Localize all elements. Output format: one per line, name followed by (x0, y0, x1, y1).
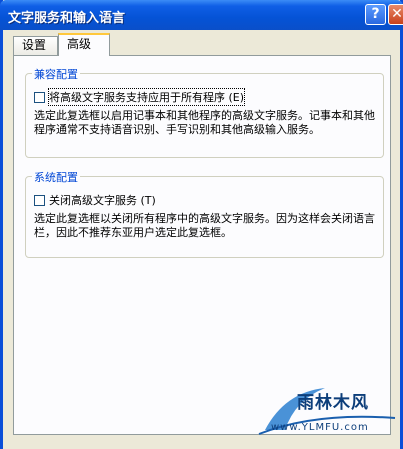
compat-checkbox-label[interactable]: 将高级文字服务支持应用于所有程序 (E) (47, 88, 246, 106)
help-button[interactable]: ? (365, 4, 386, 25)
compat-description: 选定此复选框以启用记事本和其他程序的高级文字服务。记事本和其他程序通常不支持语音… (34, 109, 375, 136)
system-checkbox-row[interactable]: 关闭高级文字服务 (T) (34, 192, 156, 208)
compat-checkbox[interactable] (34, 91, 45, 103)
system-checkbox[interactable] (34, 194, 45, 206)
system-config-group: 系统配置 关闭高级文字服务 (T) 选定此复选框以关闭所有程序中的高级文字服务。… (25, 169, 384, 258)
compat-config-title: 兼容配置 (32, 66, 80, 82)
compat-checkbox-row[interactable]: 将高级文字服务支持应用于所有程序 (E) (34, 88, 246, 106)
tab-settings[interactable]: 设置 (13, 36, 58, 55)
tab-panel-advanced: 兼容配置 将高级文字服务支持应用于所有程序 (E) 选定此复选框以启用记事本和其… (13, 55, 391, 435)
system-description: 选定此复选框以关闭所有程序中的高级文字服务。因为这样会关闭语言栏，因此不推荐东亚… (34, 212, 375, 239)
close-button[interactable]: ✕ (388, 4, 403, 25)
window-title: 文字服务和输入语言 (8, 11, 126, 26)
watermark-url: www.YLMFU.com (271, 422, 369, 433)
watermark-logo: 雨林木风 www.YLMFU.com (255, 382, 400, 442)
system-checkbox-label[interactable]: 关闭高级文字服务 (T) (49, 192, 156, 208)
compat-config-group: 兼容配置 将高级文字服务支持应用于所有程序 (E) 选定此复选框以启用记事本和其… (25, 66, 384, 158)
tab-advanced[interactable]: 高级 (58, 33, 110, 56)
system-config-title: 系统配置 (32, 169, 80, 185)
watermark-text: 雨林木风 (297, 393, 369, 413)
title-bar[interactable]: 文字服务和输入语言 ? ✕ (0, 0, 403, 30)
